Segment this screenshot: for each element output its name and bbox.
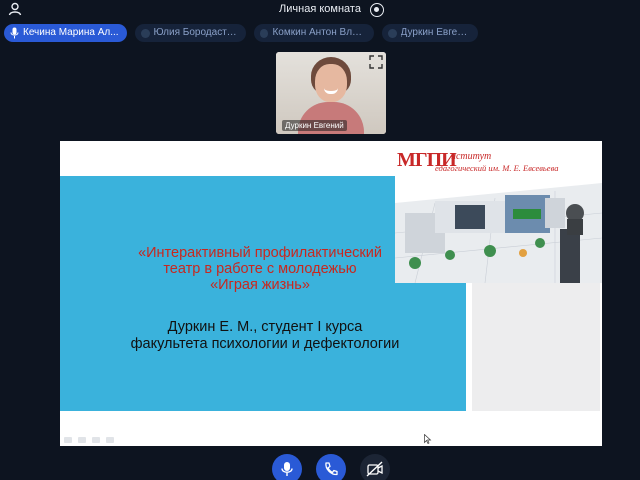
slide-author: Дуркин Е. М., студент I курса факультета… [90,319,440,353]
slide-title-line: театр в работе с молодежью [163,261,357,277]
microphone-button[interactable] [272,454,302,480]
slide-title: «Интерактивный профилактический театр в … [100,245,420,293]
camera-off-button[interactable] [360,454,390,480]
slide-title-line: «Интерактивный профилактический [138,245,382,261]
microphone-icon [281,462,293,476]
slide-tool-icon[interactable] [92,437,100,443]
status-dot-icon [260,28,269,38]
participant-video-thumbnail[interactable]: Дуркин Евгений [276,52,386,134]
shared-slide: МГПИ нститут едагогический им. М. Е. Евс… [60,141,602,446]
call-button[interactable] [316,454,346,480]
camera-off-icon [366,461,383,477]
slide-title-line: «Играя жизнь» [210,277,310,293]
slide-toolbar[interactable] [64,437,114,443]
participants-bar: Кечина Марина Ал... Юлия Бородастова Ком… [4,24,478,42]
slide-tool-icon[interactable] [106,437,114,443]
record-icon[interactable] [370,3,384,17]
participant-chip[interactable]: Кечина Марина Ал... [4,24,127,42]
participant-name: Юлия Бородастова [153,27,239,38]
institute-logo-banner: МГПИ нститут едагогический им. М. Е. Евс… [395,143,602,283]
slide-tool-icon[interactable] [64,437,72,443]
video-label: Дуркин Евгений [282,120,347,131]
participant-chip[interactable]: Комкин Антон Влад... [254,24,374,42]
video-person-face [315,64,347,102]
institute-name-line2: едагогический им. М. Е. Евсевьева [435,163,559,173]
participant-chip[interactable]: Дуркин Евгений [382,24,478,42]
slide-author-line: факультета психологии и дефектологии [130,336,400,352]
participant-name: Дуркин Евгений [400,27,470,38]
institute-name-line1: нститут [451,151,492,162]
slide-tool-icon[interactable] [78,437,86,443]
room-title: Личная комната [279,3,361,15]
call-controls [0,454,640,480]
slide-gray-panel [472,281,600,411]
phone-icon [325,462,338,476]
participant-chip[interactable]: Юлия Бородастова [135,24,246,42]
status-dot-icon [141,28,150,38]
top-bar: Личная комната [0,0,640,20]
participant-name: Комкин Антон Влад... [272,27,366,38]
mouse-cursor-icon [424,434,432,444]
slide-author-line: Дуркин Е. М., студент I курса [167,319,363,335]
expand-icon[interactable] [369,55,383,69]
participant-name: Кечина Марина Ал... [23,27,119,38]
status-dot-icon [388,28,397,38]
microphone-icon [10,27,19,39]
